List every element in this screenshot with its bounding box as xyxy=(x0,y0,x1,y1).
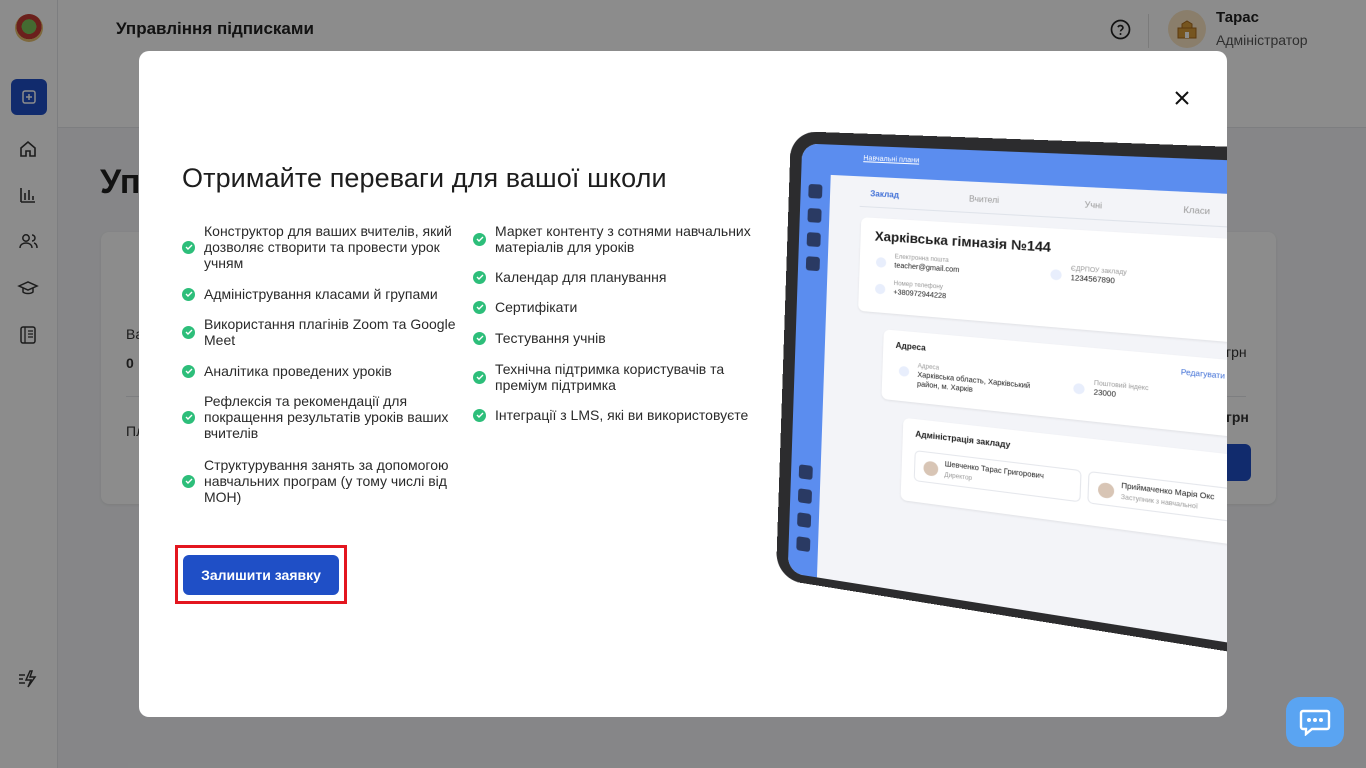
mail-icon xyxy=(875,256,887,268)
benefit-text: Структурування занять за допомогою навча… xyxy=(204,457,449,505)
mockup-nav-icon xyxy=(806,232,821,248)
benefit-item: Аналітика проведених уроків xyxy=(182,363,462,379)
mockup-value: teacher@gmail.com xyxy=(894,262,960,275)
check-icon xyxy=(473,408,486,422)
close-icon xyxy=(1175,91,1189,105)
mockup-tab: Вчителі xyxy=(968,194,1000,206)
benefit-item: Тестування учнів xyxy=(473,330,763,346)
check-icon xyxy=(473,331,486,345)
mockup-person-card: Шевченко Тарас Григорович Директор xyxy=(913,450,1082,503)
check-icon xyxy=(473,270,486,284)
chat-icon xyxy=(1299,709,1331,736)
mockup-section-title: Адреса xyxy=(895,340,926,353)
benefit-text: Конструктор для ваших вчителів, який доз… xyxy=(204,223,452,271)
check-icon xyxy=(182,410,195,424)
mockup-nav-icon xyxy=(805,256,821,272)
mockup-school-name: Харківська гімназія №144 xyxy=(874,228,1052,256)
check-icon xyxy=(473,370,486,384)
tablet-frame: Навчальні плани Заклад Вчителі Учні Клас… xyxy=(775,131,1227,673)
mockup-nav-icon xyxy=(797,488,813,505)
mockup-nav-icon xyxy=(798,464,813,481)
benefit-item: Календар для планування xyxy=(473,269,763,285)
mockup-sidebar xyxy=(787,173,831,578)
mockup-person-card: Приймаченко Марія Окс Заступник з навчал… xyxy=(1087,470,1227,535)
chat-widget-button[interactable] xyxy=(1286,697,1344,747)
mockup-value: 23000 xyxy=(1093,389,1117,399)
mockup-tab: Класи xyxy=(1183,205,1211,217)
benefit-text: Календар для планування xyxy=(495,269,667,285)
benefits-modal: Отримайте переваги для вашої школи Конст… xyxy=(139,51,1227,717)
mockup-person-role: Директор xyxy=(944,472,973,483)
check-icon xyxy=(182,474,195,488)
benefit-item: Маркет контенту з сотнями навчальних мат… xyxy=(473,223,763,255)
benefit-item: Адміністрування класами й групами xyxy=(182,286,462,302)
tablet-mockup: Навчальні плани Заклад Вчителі Учні Клас… xyxy=(775,131,1227,673)
tablet-screen: Навчальні плани Заклад Вчителі Учні Клас… xyxy=(787,143,1227,662)
mockup-value: 1234567890 xyxy=(1070,274,1116,286)
check-icon xyxy=(473,232,486,246)
benefit-text: Тестування учнів xyxy=(495,330,606,346)
benefit-item: Конструктор для ваших вчителів, який доз… xyxy=(182,223,462,271)
submit-request-button[interactable]: Залишити заявку xyxy=(183,555,339,595)
mockup-top-link: Навчальні плани xyxy=(863,155,920,165)
mockup-section-title: Адміністрація закладу xyxy=(915,429,1011,450)
check-icon xyxy=(473,300,486,314)
mockup-nav-icon xyxy=(808,183,823,199)
avatar xyxy=(923,460,939,477)
avatar xyxy=(1097,481,1115,500)
modal-title: Отримайте переваги для вашої школи xyxy=(182,163,667,193)
benefit-text: Технічна підтримка користувачів та премі… xyxy=(495,361,725,393)
close-button[interactable] xyxy=(1171,87,1193,109)
building-icon xyxy=(1050,269,1062,281)
mockup-label: Адреса xyxy=(917,363,940,372)
mockup-nav-icon xyxy=(797,512,812,529)
benefit-item: Структурування занять за допомогою навча… xyxy=(182,457,462,505)
mockup-tab: Заклад xyxy=(870,189,900,200)
benefit-item: Технічна підтримка користувачів та премі… xyxy=(473,361,763,393)
mockup-edit-link: Редагувати xyxy=(1180,368,1226,381)
pin-icon xyxy=(898,365,910,378)
check-icon xyxy=(182,287,195,301)
benefit-text: Адміністрування класами й групами xyxy=(204,286,438,302)
mockup-tab: Учні xyxy=(1084,200,1103,211)
check-icon xyxy=(182,364,195,378)
benefit-text: Аналітика проведених уроків xyxy=(204,363,392,379)
benefit-text: Маркет контенту з сотнями навчальних мат… xyxy=(495,223,751,255)
phone-icon xyxy=(874,283,886,295)
mockup-school-card: Харківська гімназія №144 Редагувати Елек… xyxy=(858,217,1227,349)
benefit-item: Рефлексія та рекомендації для покращення… xyxy=(182,393,462,441)
mockup-nav-icon xyxy=(807,208,822,223)
mockup-nav-icon xyxy=(796,536,811,553)
benefit-text: Використання плагінів Zoom та Google Mee… xyxy=(204,316,456,348)
mockup-value: +380972944228 xyxy=(893,289,947,301)
benefit-text: Сертифікати xyxy=(495,299,578,315)
check-icon xyxy=(182,325,195,339)
benefit-text: Рефлексія та рекомендації для покращення… xyxy=(204,393,449,441)
benefit-item: Використання плагінів Zoom та Google Mee… xyxy=(182,316,462,348)
mailbox-icon xyxy=(1073,382,1085,395)
benefit-item: Інтеграції з LMS, які ви використовуєте xyxy=(473,407,763,423)
mockup-admin-card: Адміністрація закладу Шевченко Тарас Гри… xyxy=(900,417,1227,559)
check-icon xyxy=(182,240,195,254)
benefit-item: Сертифікати xyxy=(473,299,763,315)
benefit-text: Інтеграції з LMS, які ви використовуєте xyxy=(495,407,749,423)
